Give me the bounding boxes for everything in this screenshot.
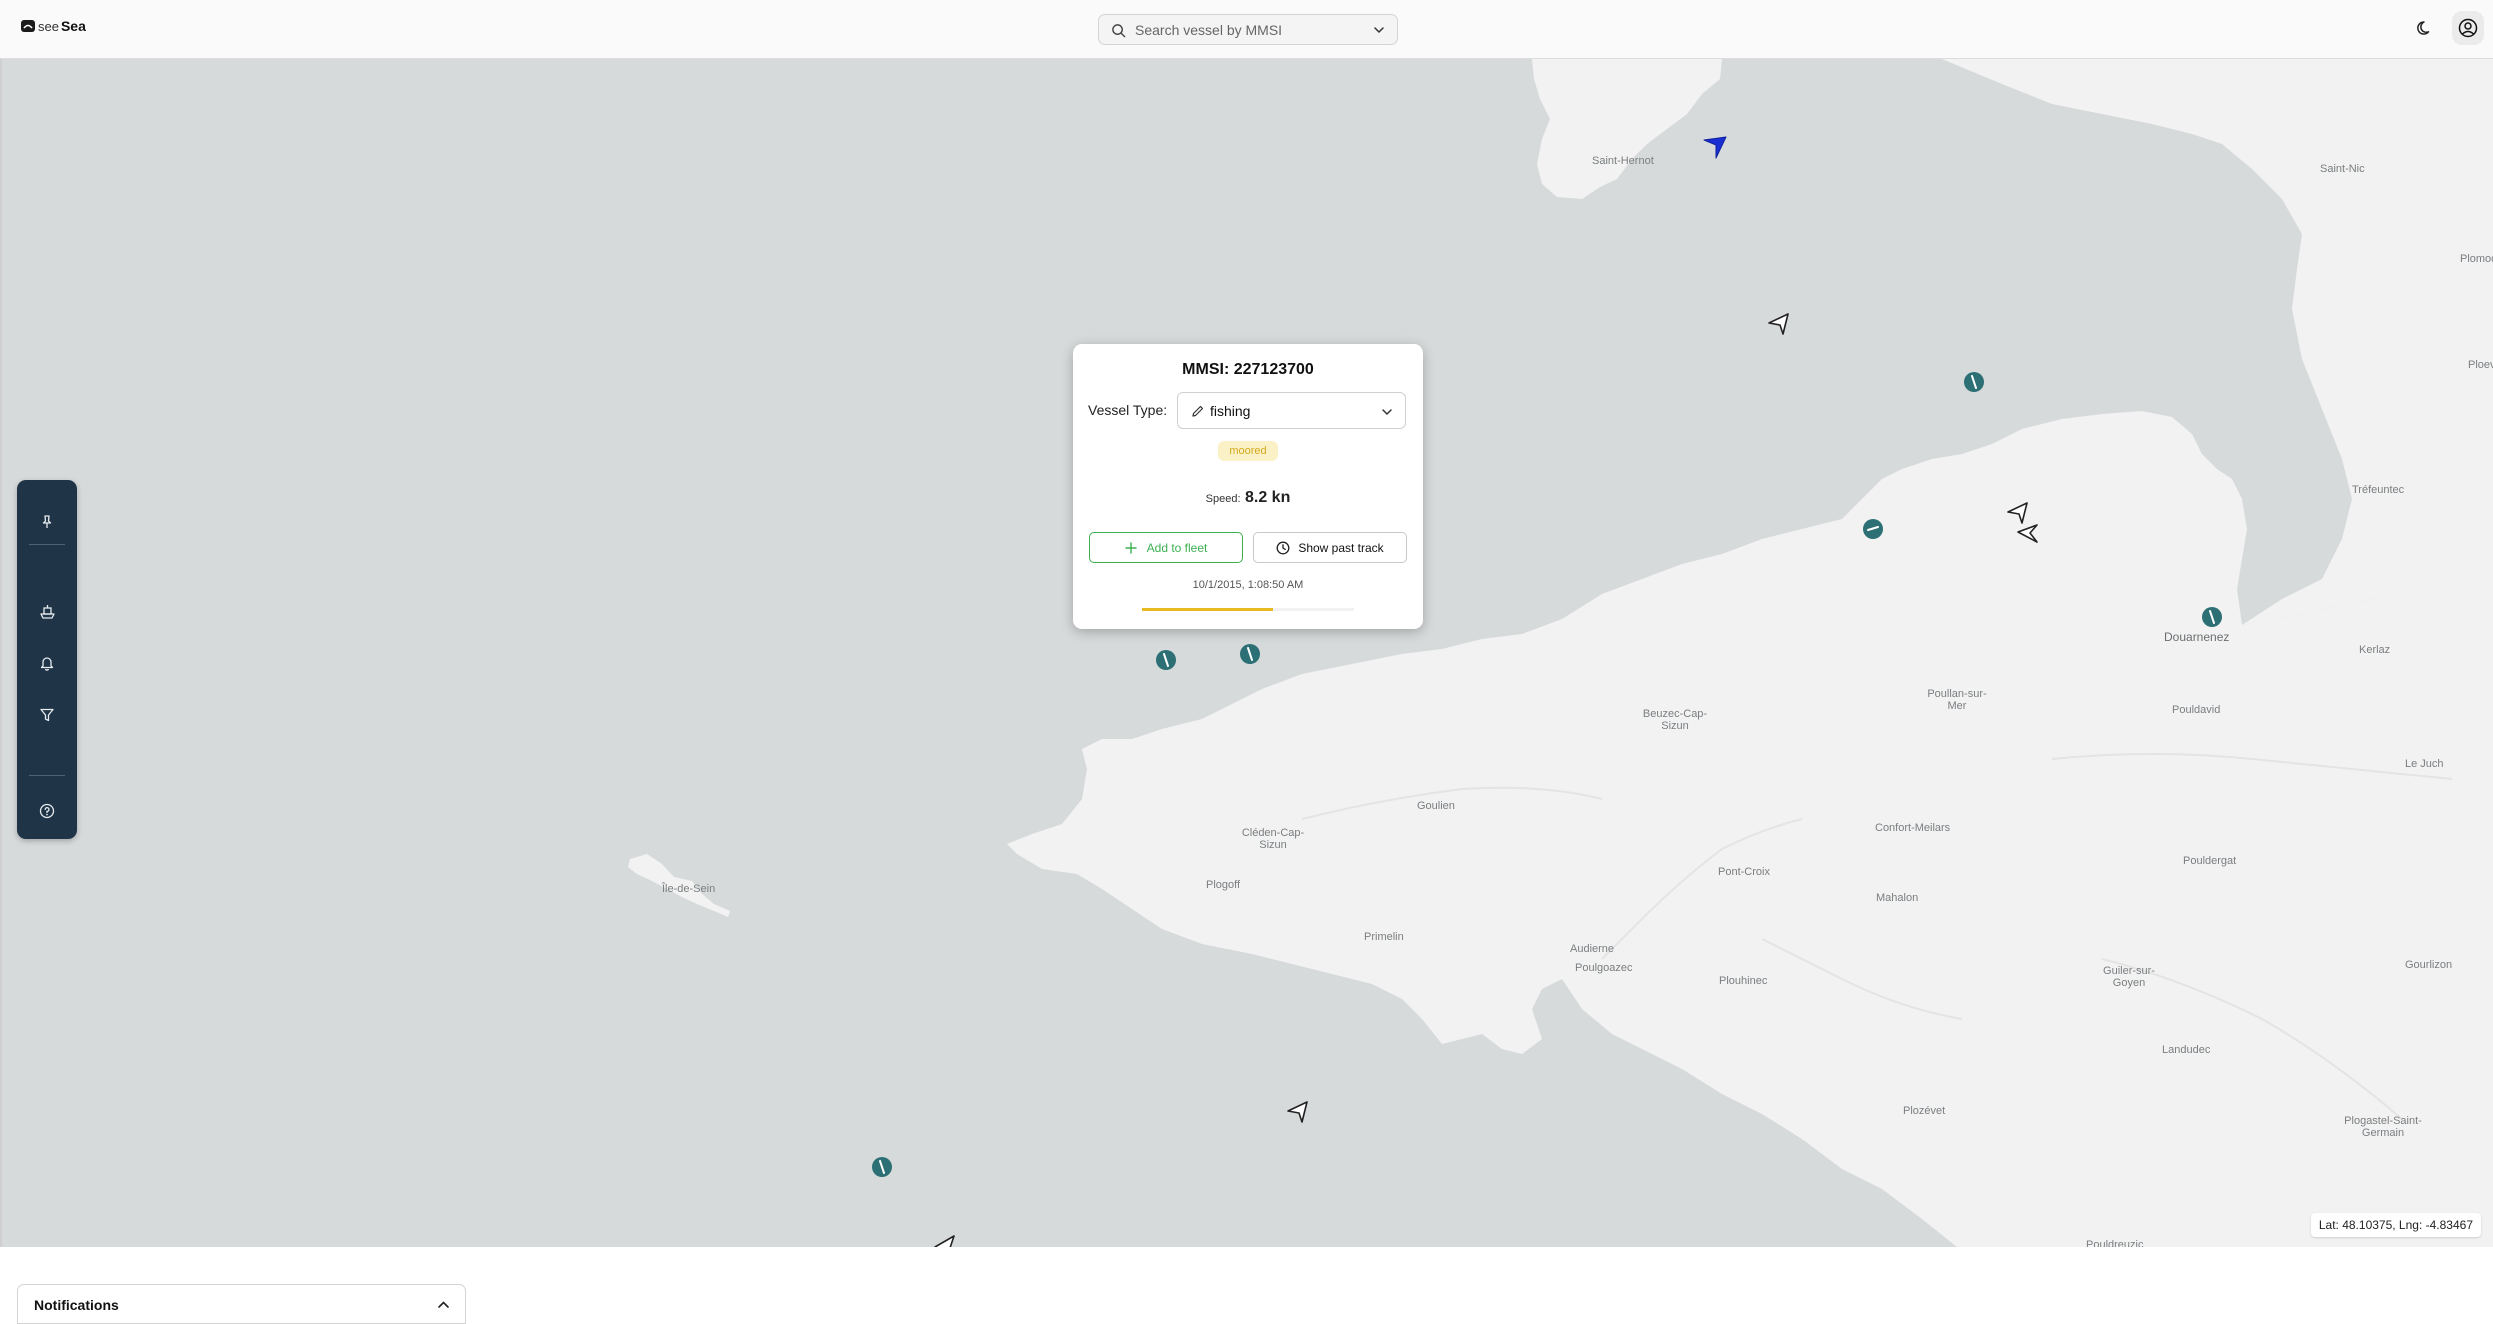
app-name-suffix: Sea (60, 18, 86, 34)
place-label: Poullan-sur-Mer (1927, 688, 1987, 712)
vessel-type-value: fishing (1210, 403, 1251, 419)
popup-title: MMSI: 227123700 (1182, 361, 1314, 378)
add-to-fleet-button[interactable]: Add to fleet (1089, 532, 1243, 563)
vessel-marker[interactable] (1766, 311, 1792, 337)
moored-vessel-marker[interactable] (2201, 606, 2223, 628)
place-label: Gourlizon (2405, 959, 2453, 971)
place-label: Primelin (1364, 931, 1404, 943)
place-label: Plouhinec (1719, 975, 1768, 987)
filter-button[interactable] (35, 703, 59, 727)
status-badge: moored (1218, 441, 1278, 461)
progress-fill (1142, 608, 1274, 611)
place-label: Île-de-Sein (662, 883, 716, 895)
place-label: Plozévet (1903, 1105, 1946, 1117)
place-label: Saint-Hernot (1592, 155, 1654, 167)
map-view[interactable]: Saint-Hernot Saint-Nic Plomodi Ploeve Tr… (0, 59, 2493, 1247)
place-label: Le Juch (2405, 758, 2444, 770)
speed-value: 8.2 kn (1244, 489, 1291, 506)
moored-vessel-marker[interactable] (1963, 371, 1985, 393)
place-label: Audierne (1570, 943, 1615, 955)
search-box[interactable] (1098, 14, 1398, 45)
moored-vessel-marker[interactable] (1155, 649, 1177, 671)
pin-icon (42, 515, 52, 528)
last-update-timestamp: 10/1/2015, 1:08:50 AM (1192, 579, 1304, 591)
speed-label: Speed: (1205, 493, 1241, 505)
vessel-popup: MMSI: 227123700 Vessel Type: fishing moo… (1073, 344, 1423, 629)
place-label: Plogastel-Saint-Germain (2344, 1115, 2422, 1139)
logo-icon (21, 20, 35, 32)
place-label: Tréfeuntec (2352, 484, 2405, 496)
clock-icon (1276, 541, 1290, 554)
notifications-panel[interactable]: Notifications (17, 1284, 466, 1324)
place-label: Confort-Meilars (1875, 822, 1951, 834)
map-toolbar (17, 480, 77, 839)
ship-button[interactable] (35, 599, 59, 623)
moored-vessel-marker[interactable] (1862, 518, 1884, 540)
place-label: Saint-Nic (2320, 163, 2365, 175)
place-label: Kerlaz (2359, 644, 2391, 656)
top-bar: see Sea (0, 0, 2493, 59)
vessel-type-label: Vessel Type: (1088, 402, 1168, 418)
place-label: Ploeve (2468, 359, 2493, 371)
notifications-title: Notifications (34, 1297, 119, 1313)
place-label: Pouldavid (2172, 704, 2221, 716)
chevron-up-icon[interactable] (437, 1298, 450, 1311)
place-label: Douarnenez (2164, 630, 2230, 644)
chevron-down-icon (1382, 409, 1392, 416)
place-label: Pouldreuzic (2086, 1239, 2144, 1247)
app-logo[interactable]: see Sea (20, 18, 86, 34)
place-label: Cléden-Cap-Sizun (1241, 827, 1305, 851)
speed-readout: Speed: 8.2 kn (1073, 489, 1423, 507)
vessel-marker[interactable] (2015, 520, 2041, 546)
user-avatar-button[interactable] (2452, 11, 2484, 45)
search-input[interactable] (1135, 20, 1355, 40)
toolbar-divider (29, 775, 65, 776)
vessel-marker[interactable] (1285, 1099, 1311, 1125)
place-label: Pouldergat (2183, 855, 2237, 867)
vessel-type-select[interactable]: fishing (1177, 392, 1406, 429)
bell-icon (40, 657, 54, 671)
update-progress-bar (1142, 608, 1354, 611)
place-label: Mahalon (1876, 892, 1919, 904)
plus-icon (1124, 541, 1137, 554)
add-to-fleet-label: Add to fleet (1146, 540, 1208, 555)
place-label: Goulien (1417, 800, 1455, 812)
vessel-marker[interactable] (932, 1233, 958, 1247)
pin-button[interactable] (35, 510, 59, 534)
place-label: Guiler-sur-Goyen (2103, 965, 2155, 989)
show-past-track-label: Show past track (1298, 540, 1384, 555)
place-label: Pont-Croix (1718, 866, 1770, 878)
vessel-marker-selected[interactable] (1702, 134, 1728, 160)
chevron-down-icon[interactable] (1373, 24, 1385, 36)
moored-vessel-marker[interactable] (1239, 643, 1261, 665)
moored-vessel-marker[interactable] (871, 1156, 893, 1178)
search-icon (1112, 24, 1126, 38)
place-label: Landudec (2162, 1044, 2211, 1056)
app-name-prefix: see (38, 18, 59, 34)
place-label: Beuzec-Cap-Sizun (1642, 708, 1708, 732)
alerts-button[interactable] (35, 651, 59, 675)
place-label: Plogoff (1206, 879, 1241, 891)
place-label: Poulgoazec (1575, 962, 1633, 974)
toolbar-divider (29, 544, 65, 545)
user-icon (2458, 18, 2478, 38)
place-label: Plomodi (2460, 253, 2493, 265)
coordinates-readout: Lat: 48.10375, Lng: -4.83467 (2310, 1213, 2481, 1237)
help-icon (39, 803, 55, 819)
filter-icon (40, 708, 54, 722)
help-button[interactable] (35, 799, 59, 823)
ship-icon (39, 604, 55, 619)
show-past-track-button[interactable]: Show past track (1253, 532, 1407, 563)
moon-icon[interactable] (2416, 19, 2434, 37)
pencil-icon (1192, 405, 1204, 417)
